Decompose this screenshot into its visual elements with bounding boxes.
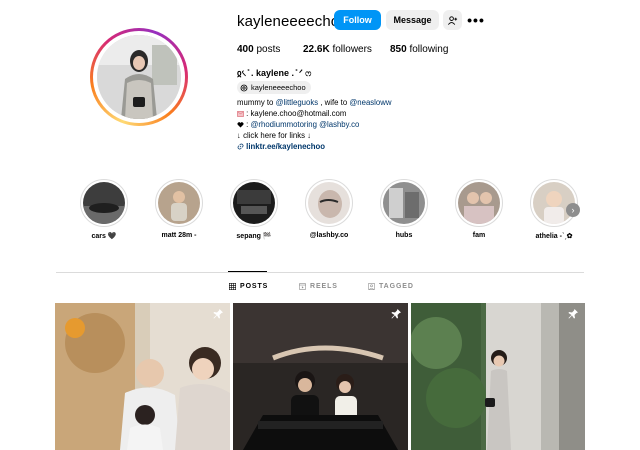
post-thumbnail[interactable]	[233, 303, 408, 450]
active-tab-indicator	[228, 271, 267, 272]
tabs-divider	[56, 272, 584, 273]
mention-link[interactable]: @lashby.co	[319, 120, 359, 129]
mention-link[interactable]: @rhodiummotoring	[251, 120, 317, 129]
profile-full-name: ჲ৻ ̊ . kaylene . ̊ ᐟ ෆ	[237, 68, 312, 78]
bio-line-3: : @rhodiummotoring @lashby.co	[237, 120, 359, 130]
reels-icon	[299, 283, 306, 290]
highlight-fam[interactable]	[455, 179, 503, 227]
tab-reels[interactable]: REELS	[299, 283, 338, 290]
highlight-label: athelia -ˋˏ✿	[535, 233, 573, 240]
external-link[interactable]: linktr.ee/kaylenechoo	[237, 142, 325, 152]
post-image	[55, 303, 230, 450]
tagged-icon	[368, 283, 375, 290]
more-options-icon[interactable]: •••	[467, 10, 485, 30]
envelope-icon	[237, 110, 244, 117]
following-stat[interactable]: 850 following	[390, 44, 448, 55]
highlight-cover	[308, 182, 350, 224]
highlight-sepang[interactable]	[230, 179, 278, 227]
avatar-inner-border	[93, 31, 185, 123]
link-url: linktr.ee/kaylenechoo	[246, 142, 326, 151]
followers-stat[interactable]: 22.6K followers	[303, 44, 372, 55]
highlight-cover-image	[458, 182, 500, 224]
grid-icon	[229, 283, 236, 290]
follow-button[interactable]: Follow	[334, 10, 381, 30]
message-button[interactable]: Message	[386, 10, 439, 30]
highlight-cover-image	[158, 182, 200, 224]
highlight-cover	[158, 182, 200, 224]
bio-line-2: : kaylene.choo@hotmail.com	[237, 109, 346, 119]
highlight-cover-image	[233, 182, 275, 224]
highlight-hubs[interactable]	[380, 179, 428, 227]
followers-count: 22.6K	[303, 44, 330, 55]
posts-label: posts	[256, 44, 281, 55]
tab-label: POSTS	[240, 283, 269, 290]
bio-text: , wife to	[318, 98, 350, 107]
highlight-cover	[233, 182, 275, 224]
highlight-cover-image	[83, 182, 125, 224]
following-label: following	[409, 44, 449, 55]
followers-label: followers	[332, 44, 372, 55]
pinned-icon	[213, 309, 223, 319]
profile-username: kayleneeeechoo	[237, 13, 348, 30]
posts-count: 400	[237, 44, 254, 55]
posts-stat: 400 posts	[237, 44, 280, 55]
email-text: : kaylene.choo@hotmail.com	[244, 109, 347, 118]
heart-icon	[237, 122, 244, 128]
tab-tagged[interactable]: TAGGED	[368, 283, 414, 290]
highlight-cover	[458, 182, 500, 224]
profile-avatar	[97, 35, 181, 119]
post-image	[233, 303, 408, 450]
bio-line-4: ↓ click here for links ↓	[237, 131, 312, 140]
tab-label: TAGGED	[379, 283, 414, 290]
highlight-cover	[83, 182, 125, 224]
pinned-icon	[568, 309, 578, 319]
threads-handle: kayleneeeechoo	[251, 83, 306, 92]
threads-badge[interactable]: kayleneeeechoo	[237, 81, 311, 94]
highlight-cover-image	[383, 182, 425, 224]
highlight-cars[interactable]	[80, 179, 128, 227]
mention-link[interactable]: @neasloww	[349, 98, 391, 107]
mention-link[interactable]: @littleguoks	[276, 98, 319, 107]
bio-text: mummy to	[237, 98, 276, 107]
highlight-cover-image	[308, 182, 350, 224]
highlight-lashby[interactable]	[305, 179, 353, 227]
bio-line-1: mummy to @littleguoks , wife to @neaslow…	[237, 98, 392, 108]
add-user-icon	[448, 15, 458, 25]
tab-label: REELS	[310, 283, 338, 290]
pinned-icon	[391, 309, 401, 319]
highlight-cover	[383, 182, 425, 224]
avatar-photo	[97, 35, 181, 119]
chevron-right-icon[interactable]: ›	[566, 203, 580, 217]
suggested-users-button[interactable]	[443, 10, 462, 30]
highlight-matt[interactable]	[155, 179, 203, 227]
profile-avatar-story-ring[interactable]	[90, 28, 188, 126]
threads-icon	[240, 84, 248, 91]
tab-posts[interactable]: POSTS	[229, 283, 268, 290]
post-image	[411, 303, 585, 450]
link-icon	[237, 144, 244, 150]
post-thumbnail[interactable]	[411, 303, 585, 450]
post-thumbnail[interactable]	[55, 303, 230, 450]
following-count: 850	[390, 44, 407, 55]
